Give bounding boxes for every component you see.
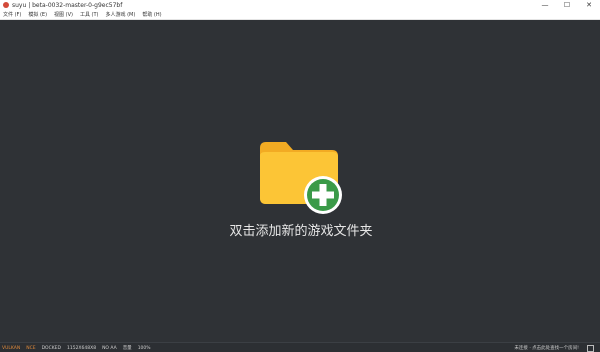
minimize-button[interactable]: — <box>534 0 556 10</box>
window-controls: — ☐ ✕ <box>534 0 600 10</box>
status-right: 未连接 · 点击此处查找一个房间! <box>512 344 600 352</box>
game-list-area[interactable]: 双击添加新的游戏文件夹 <box>0 20 600 342</box>
menu-bar: 文件 (F) 模拟 (E) 视图 (V) 工具 (T) 多人游戏 (M) 帮助 … <box>0 10 600 20</box>
menu-file[interactable]: 文件 (F) <box>0 11 25 18</box>
status-volume-label[interactable]: 音量 <box>121 345 136 351</box>
menu-tools[interactable]: 工具 (T) <box>77 11 103 18</box>
menu-emulation[interactable]: 模拟 (E) <box>25 11 51 18</box>
status-anti-aliasing[interactable]: NO AA <box>100 346 121 351</box>
app-logo-icon <box>3 2 9 8</box>
folder-add-icon <box>260 142 342 214</box>
add-folder-label: 双击添加新的游戏文件夹 <box>229 224 373 239</box>
add-game-folder-placeholder[interactable]: 双击添加新的游戏文件夹 <box>226 138 376 263</box>
menu-view[interactable]: 视图 (V) <box>51 11 77 18</box>
close-button[interactable]: ✕ <box>578 0 600 10</box>
status-dock-mode[interactable]: DOCKED <box>40 346 65 351</box>
status-bar: VULKAN NCE DOCKED 1152X648X8 NO AA 音量 10… <box>0 342 600 352</box>
app-window: suyu | beta-0032-master-0-g9ec57bf — ☐ ✕… <box>0 0 600 352</box>
multiplayer-status[interactable]: 未连接 · 点击此处查找一个房间! <box>512 345 583 351</box>
window-title: suyu | beta-0032-master-0-g9ec57bf <box>12 1 123 9</box>
status-renderer[interactable]: VULKAN <box>0 346 24 351</box>
maximize-button[interactable]: ☐ <box>556 0 578 10</box>
status-cpu-backend[interactable]: NCE <box>24 346 39 351</box>
status-resolution[interactable]: 1152X648X8 <box>65 346 100 351</box>
status-volume-value[interactable]: 100% <box>136 346 155 351</box>
menu-multiplayer[interactable]: 多人游戏 (M) <box>103 11 140 18</box>
menu-help[interactable]: 帮助 (H) <box>139 11 165 18</box>
room-icon[interactable] <box>587 344 594 352</box>
title-bar: suyu | beta-0032-master-0-g9ec57bf — ☐ ✕ <box>0 0 600 10</box>
